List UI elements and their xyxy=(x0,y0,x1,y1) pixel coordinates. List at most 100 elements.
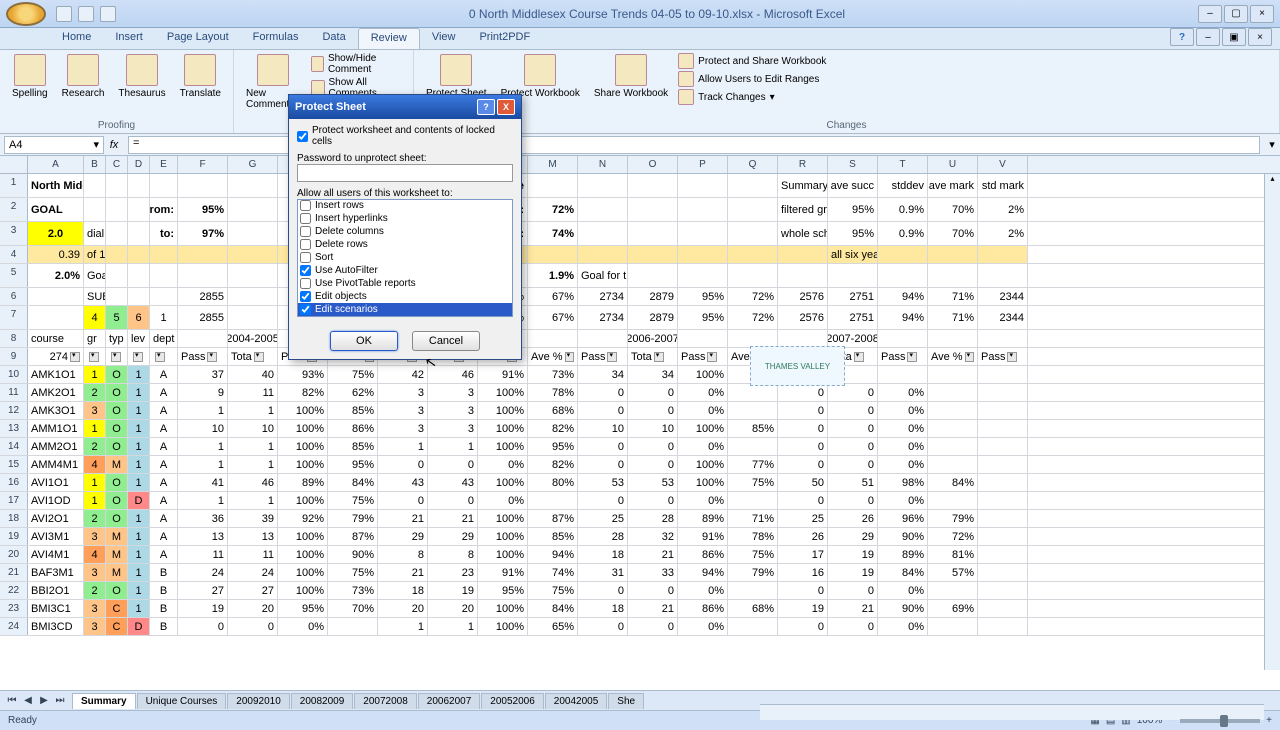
cell[interactable] xyxy=(978,246,1028,263)
column-header[interactable]: S xyxy=(828,156,878,173)
cell[interactable]: 100% xyxy=(278,438,328,455)
cell[interactable]: 0.9% xyxy=(878,222,928,245)
cell[interactable] xyxy=(106,264,128,287)
cell[interactable]: 1 xyxy=(150,306,178,329)
row-header[interactable]: 10 xyxy=(0,366,28,383)
cell[interactable]: 27 xyxy=(178,582,228,599)
cell[interactable]: AMM4M1 xyxy=(28,456,84,473)
cell[interactable] xyxy=(728,438,778,455)
cell[interactable]: 98% xyxy=(878,474,928,491)
cell[interactable] xyxy=(978,402,1028,419)
allow-edit-ranges-button[interactable]: Allow Users to Edit Ranges xyxy=(678,70,826,88)
row-header[interactable]: 13 xyxy=(0,420,28,437)
cell[interactable]: 8 xyxy=(428,546,478,563)
undo-icon[interactable] xyxy=(78,6,94,22)
cell[interactable]: 24 xyxy=(228,564,278,581)
cell[interactable] xyxy=(678,174,728,197)
cell[interactable]: 24 xyxy=(178,564,228,581)
cell[interactable] xyxy=(150,174,178,197)
cell[interactable]: course xyxy=(28,330,84,347)
cell[interactable] xyxy=(528,246,578,263)
cell[interactable]: 3 xyxy=(428,402,478,419)
cell[interactable]: 100% xyxy=(478,600,528,617)
research-button[interactable]: Research xyxy=(58,52,109,101)
cell[interactable]: 11 xyxy=(178,546,228,563)
cell[interactable]: 100% xyxy=(478,420,528,437)
cell[interactable]: 37 xyxy=(178,366,228,383)
sheet-tab[interactable]: Summary xyxy=(72,693,136,709)
cell[interactable]: 84% xyxy=(928,474,978,491)
cell[interactable]: D xyxy=(128,492,150,509)
column-header[interactable]: U xyxy=(928,156,978,173)
cell[interactable]: AVI4M1 xyxy=(28,546,84,563)
cell[interactable]: 34 xyxy=(578,366,628,383)
cell[interactable]: 20 xyxy=(378,600,428,617)
cell[interactable]: 3 xyxy=(84,402,106,419)
cell[interactable] xyxy=(678,198,728,221)
cell[interactable] xyxy=(84,174,106,197)
filter-button[interactable] xyxy=(654,352,664,362)
cell[interactable]: 93% xyxy=(278,366,328,383)
cell[interactable]: 25 xyxy=(578,510,628,527)
cell[interactable]: 70% xyxy=(328,600,378,617)
cell[interactable]: 79% xyxy=(728,564,778,581)
cell[interactable]: 96% xyxy=(878,510,928,527)
sheet-tab[interactable]: 20042005 xyxy=(545,693,608,709)
cell[interactable] xyxy=(978,456,1028,473)
office-button[interactable] xyxy=(6,2,46,26)
cell[interactable]: 100% xyxy=(278,420,328,437)
cell[interactable]: ave mark xyxy=(928,174,978,197)
cell[interactable]: 75% xyxy=(728,546,778,563)
cell[interactable] xyxy=(128,348,150,365)
cell[interactable]: 1 xyxy=(128,600,150,617)
cell[interactable]: 85% xyxy=(728,420,778,437)
cell[interactable]: 75% xyxy=(728,474,778,491)
cell[interactable]: 81% xyxy=(928,546,978,563)
expand-formula-bar-icon[interactable]: ▾ xyxy=(1264,138,1280,151)
cell[interactable] xyxy=(84,198,106,221)
cell[interactable]: 100% xyxy=(478,510,528,527)
cell[interactable]: A xyxy=(150,456,178,473)
cell[interactable] xyxy=(678,246,728,263)
cell[interactable]: 0% xyxy=(878,420,928,437)
cell[interactable]: 91% xyxy=(478,366,528,383)
cell[interactable]: 72% xyxy=(528,198,578,221)
cell[interactable] xyxy=(728,246,778,263)
cell[interactable]: 100% xyxy=(478,546,528,563)
cell[interactable]: 75% xyxy=(328,564,378,581)
cell[interactable]: 1 xyxy=(178,438,228,455)
sheet-tab[interactable]: 20052006 xyxy=(481,693,544,709)
cell[interactable] xyxy=(928,456,978,473)
ok-button[interactable]: OK xyxy=(330,331,398,351)
cell[interactable]: 0 xyxy=(828,402,878,419)
filter-button[interactable] xyxy=(965,352,974,362)
cell[interactable] xyxy=(528,492,578,509)
cell[interactable]: 32 xyxy=(628,528,678,545)
cell[interactable]: 1 xyxy=(228,402,278,419)
cell[interactable]: BBI2O1 xyxy=(28,582,84,599)
cell[interactable] xyxy=(228,222,278,245)
cell[interactable] xyxy=(228,198,278,221)
cell[interactable]: 1 xyxy=(84,420,106,437)
cell[interactable]: 21 xyxy=(428,510,478,527)
checkbox-input[interactable] xyxy=(300,239,311,250)
cell[interactable]: 0% xyxy=(878,492,928,509)
zoom-slider[interactable] xyxy=(1180,719,1260,723)
cell[interactable]: D xyxy=(128,618,150,635)
permission-option[interactable]: Use PivotTable reports xyxy=(298,277,512,290)
cell[interactable]: A xyxy=(150,402,178,419)
cell[interactable]: B xyxy=(150,618,178,635)
cell[interactable] xyxy=(928,366,978,383)
cell[interactable]: 1 xyxy=(128,384,150,401)
cell[interactable]: 100% xyxy=(278,492,328,509)
cell[interactable]: 21 xyxy=(828,600,878,617)
cell[interactable]: 70% xyxy=(928,198,978,221)
redo-icon[interactable] xyxy=(100,6,116,22)
cell[interactable]: 84% xyxy=(528,600,578,617)
cell[interactable] xyxy=(728,402,778,419)
cell[interactable]: 0 xyxy=(828,420,878,437)
cell[interactable]: stddev xyxy=(878,174,928,197)
cell[interactable]: AVI3M1 xyxy=(28,528,84,545)
cell[interactable] xyxy=(928,438,978,455)
cell[interactable]: 0 xyxy=(828,456,878,473)
